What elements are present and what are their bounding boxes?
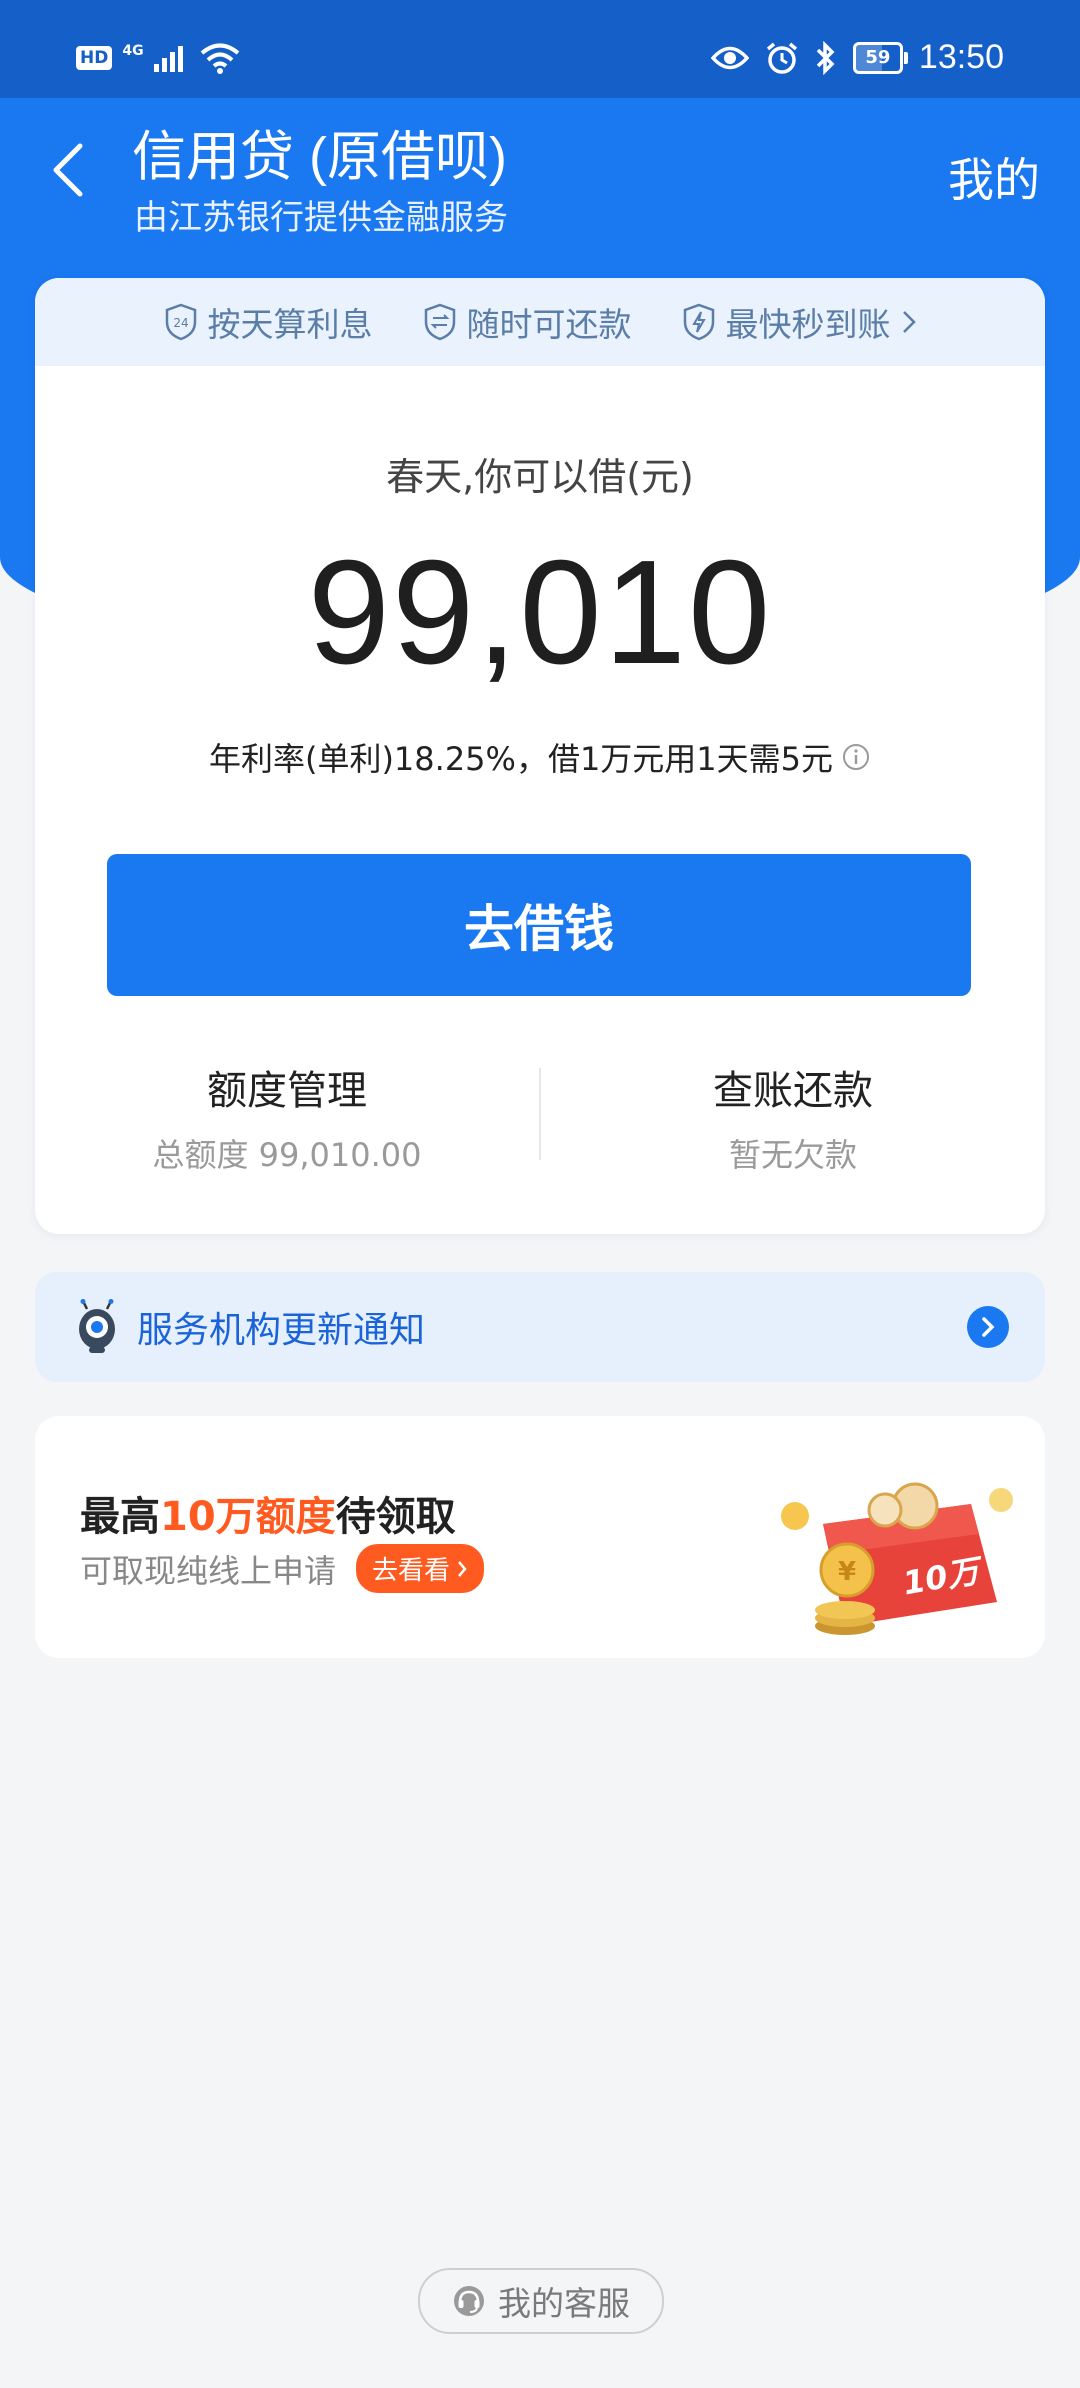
my-link[interactable]: 我的 <box>948 144 1040 210</box>
view-promo-label: 去看看 <box>372 1556 451 1586</box>
borrow-greeting: 春天,你可以借(元) <box>386 455 694 499</box>
status-time: 13:50 <box>918 38 1004 76</box>
loan-card: 24 按天算利息 随时可还款 最快秒到账 春天,你可以借(元) 99,010 年… <box>35 278 1045 1234</box>
eye-icon <box>710 46 749 69</box>
status-right: 59 13:50 <box>710 38 1004 77</box>
customer-service-label: 我的客服 <box>498 2284 630 2323</box>
battery-icon: 59 <box>852 41 908 74</box>
limit-management[interactable]: 额度管理 总额度 99,010.00 <box>35 1058 539 1176</box>
battery-level: 59 <box>865 47 891 68</box>
chevron-right-icon <box>458 1560 467 1577</box>
svg-text:24: 24 <box>173 316 188 330</box>
chevron-right-icon <box>982 1317 995 1337</box>
chevron-left-icon <box>53 143 83 197</box>
bluetooth-icon <box>816 40 835 75</box>
feature-label: 随时可还款 <box>466 305 632 344</box>
wifi-icon <box>200 43 239 74</box>
notice-text: 服务机构更新通知 <box>137 1310 426 1351</box>
promo-title: 最高10万额度待领取 <box>80 1484 456 1542</box>
headset-icon <box>454 2286 484 2316</box>
feature-label: 最快秒到账 <box>725 305 891 344</box>
page-title: 信用贷 (原借呗) <box>132 127 507 187</box>
chevron-right-icon <box>902 311 916 333</box>
interest-rate-info: 年利率(单利)18.25%，借1万元用1天需5元 <box>35 734 1045 780</box>
page-subtitle: 由江苏银行提供金融服务 <box>134 198 508 238</box>
network-type: 4G <box>122 43 144 59</box>
promo-title-highlight: 10万额度 <box>160 1494 336 1540</box>
feature-strip[interactable]: 24 按天算利息 随时可还款 最快秒到账 <box>35 278 1045 366</box>
bill-repayment-title: 查账还款 <box>713 1068 873 1114</box>
red-box-coins-illustration: ¥ 10万 <box>781 1482 1013 1635</box>
status-bar: HD 4G 59 13:50 <box>0 0 1080 98</box>
promo-card[interactable]: 最高10万额度待领取 可取现纯线上申请 去看看 ¥ 10万 <box>35 1416 1045 1658</box>
promo-subtitle-row: 可取现纯线上申请 去看看 <box>80 1544 485 1593</box>
promo-title-prefix: 最高 <box>80 1494 160 1540</box>
view-promo-button[interactable]: 去看看 <box>356 1544 485 1593</box>
status-left: HD 4G <box>76 42 240 74</box>
mascot-icon <box>79 1299 115 1353</box>
lightning-shield-icon <box>683 303 714 341</box>
customer-service-button[interactable]: 我的客服 <box>418 2268 664 2334</box>
available-amount: 99,010 <box>307 530 773 695</box>
debt-status-text: 暂无欠款 <box>728 1136 857 1174</box>
back-button[interactable] <box>40 132 96 208</box>
feature-label: 按天算利息 <box>207 305 373 344</box>
promo-title-suffix: 待领取 <box>335 1494 456 1540</box>
total-limit-text: 总额度 99,010.00 <box>152 1136 422 1174</box>
feature-daily-interest: 24 按天算利息 <box>164 298 373 346</box>
service-update-notice[interactable]: 服务机构更新通知 <box>35 1272 1045 1382</box>
borrow-button[interactable]: 去借钱 <box>107 854 971 996</box>
feature-anytime-repay: 随时可还款 <box>423 298 632 346</box>
svg-text:¥: ¥ <box>838 1557 856 1587</box>
alarm-icon <box>766 42 798 74</box>
limit-management-title: 额度管理 <box>207 1068 367 1114</box>
hd-icon: HD <box>76 46 113 70</box>
24h-shield-icon: 24 <box>165 303 196 341</box>
info-icon[interactable] <box>841 742 871 772</box>
exchange-shield-icon <box>424 303 455 341</box>
promo-subtitle: 可取现纯线上申请 <box>80 1551 337 1590</box>
feature-fast-arrival: 最快秒到账 <box>682 298 917 346</box>
interest-rate-text: 年利率(单利)18.25%，借1万元用1天需5元 <box>208 740 834 778</box>
bill-repayment[interactable]: 查账还款 暂无欠款 <box>541 1058 1045 1176</box>
action-divider <box>539 1068 541 1160</box>
notice-arrow-button[interactable] <box>967 1306 1009 1348</box>
signal-icon <box>153 46 183 72</box>
